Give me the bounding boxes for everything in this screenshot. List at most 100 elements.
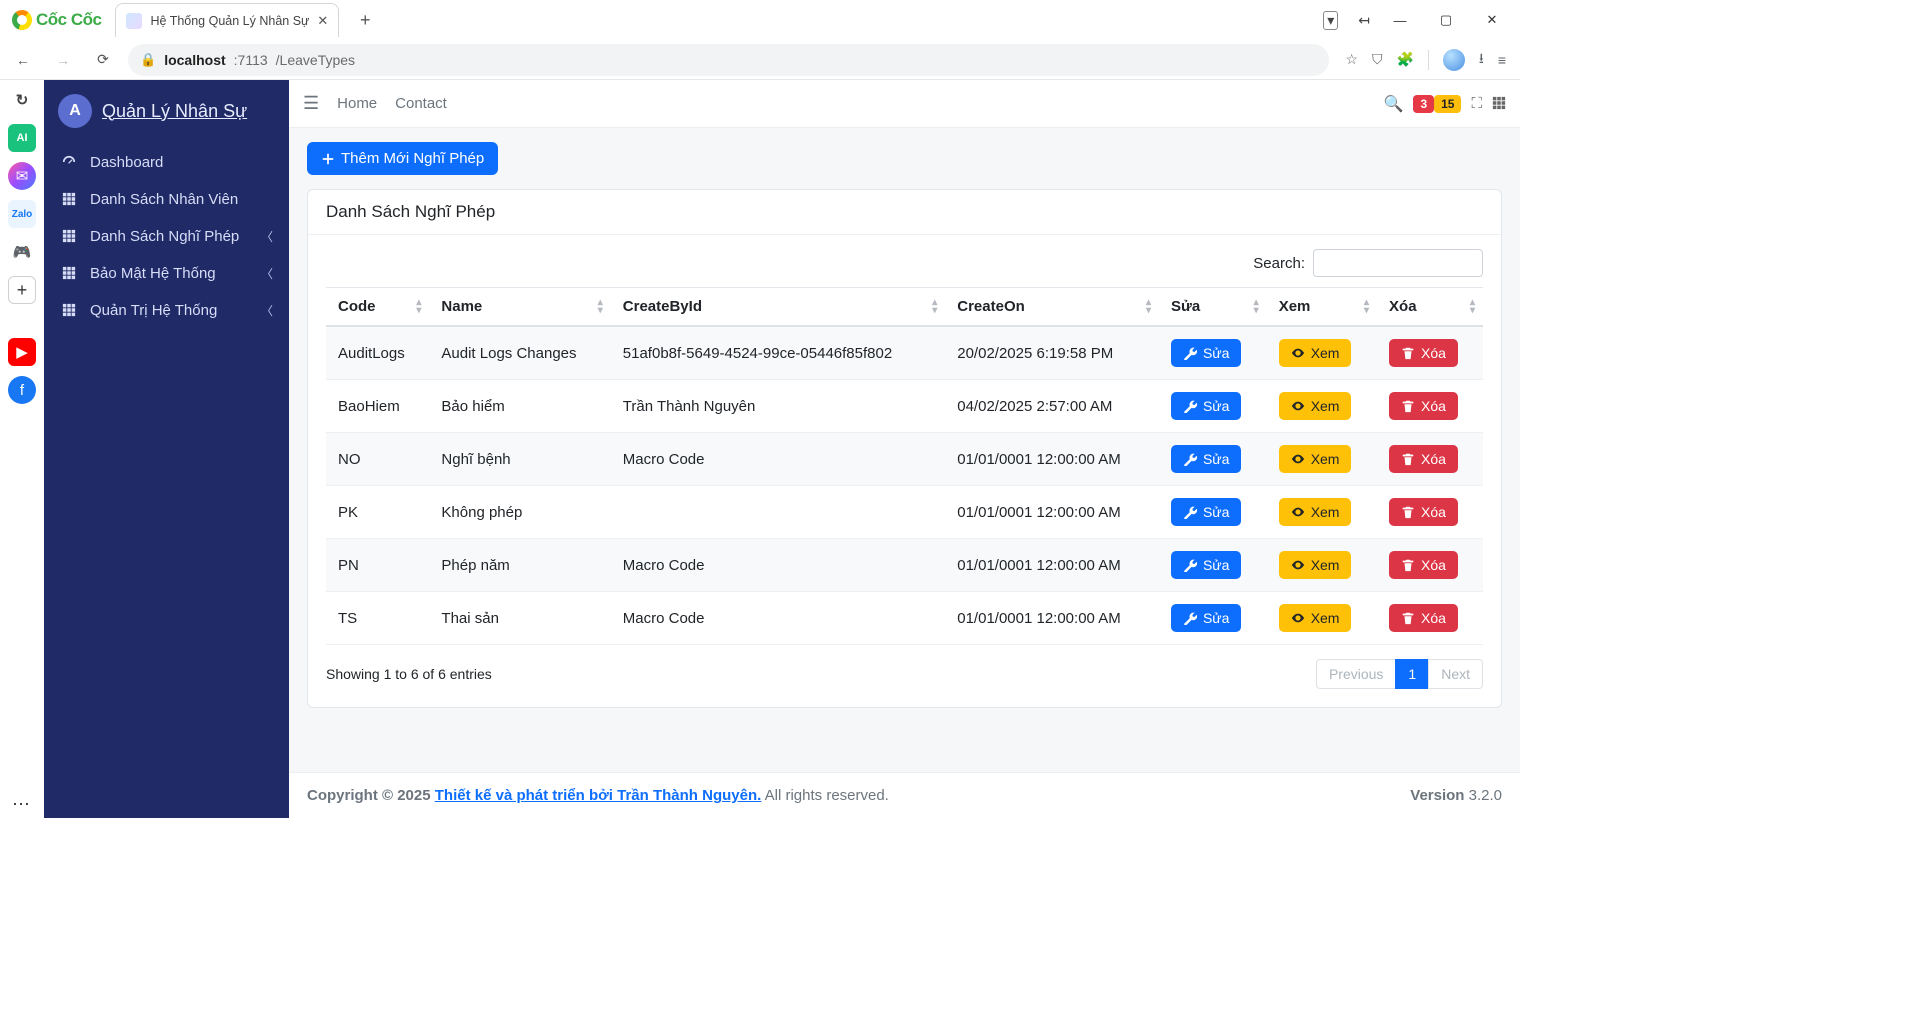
apps-grid-icon[interactable] [1492, 95, 1506, 112]
wrench-icon [1183, 611, 1197, 625]
column-header[interactable]: Code▴▾ [326, 288, 429, 327]
footer-copyright: Copyright © 2025 [307, 787, 435, 804]
notification-badge-yellow[interactable]: 15 [1434, 95, 1461, 113]
edit-button[interactable]: Sửa [1171, 604, 1242, 632]
tab-search-icon[interactable]: ▾ [1323, 11, 1338, 30]
chevron-left-icon: 〈 [261, 228, 273, 245]
page-prev-button[interactable]: Previous [1316, 659, 1396, 689]
edit-button[interactable]: Sửa [1171, 445, 1242, 473]
edit-button[interactable]: Sửa [1171, 392, 1242, 420]
gamepad-icon[interactable]: 🎮 [8, 238, 36, 266]
facebook-icon[interactable]: f [8, 376, 36, 404]
zalo-icon[interactable]: Zalo [8, 200, 36, 228]
delete-button[interactable]: Xóa [1389, 339, 1458, 367]
eye-icon [1291, 505, 1305, 519]
topbar-link-contact[interactable]: Contact [395, 95, 447, 112]
column-header[interactable]: Xóa▴▾ [1377, 288, 1483, 327]
sidebar-item-label: Danh Sách Nghĩ Phép [90, 228, 239, 245]
column-header[interactable]: CreateOn▴▾ [945, 288, 1159, 327]
history-icon[interactable]: ↻ [8, 86, 36, 114]
url-port: :7113 [234, 52, 268, 68]
content: Thêm Mới Nghĩ Phép Danh Sách Nghĩ Phép S… [289, 128, 1520, 726]
delete-button[interactable]: Xóa [1389, 604, 1458, 632]
browser-titlebar: Cốc Cốc Hệ Thống Quản Lý Nhân Sự ✕ + ▾ ↤… [0, 0, 1520, 40]
cell-createbyid: Macro Code [611, 433, 945, 486]
nav-forward-button[interactable]: → [48, 45, 78, 75]
window-maximize[interactable]: ▢ [1424, 5, 1468, 35]
eye-icon [1291, 346, 1305, 360]
bookmark-star-icon[interactable]: ☆ [1345, 51, 1358, 68]
footer-version-label: Version [1410, 787, 1464, 804]
column-header[interactable]: Sửa▴▾ [1159, 288, 1267, 327]
pagination: Previous 1 Next [1317, 659, 1483, 689]
delete-button[interactable]: Xóa [1389, 498, 1458, 526]
tab-close-icon[interactable]: ✕ [317, 13, 328, 29]
sidebar-toggle-icon[interactable]: ☰ [303, 93, 319, 114]
sidebar-item[interactable]: Quản Trị Hệ Thống〈 [44, 292, 289, 329]
nav-reload-button[interactable]: ⟳ [88, 45, 118, 75]
column-header-label: Code [338, 298, 376, 315]
sidebar-more-icon[interactable]: ⋯ [8, 790, 36, 818]
column-header[interactable]: Xem▴▾ [1267, 288, 1377, 327]
tab-title: Hệ Thống Quản Lý Nhân Sự [150, 14, 309, 28]
view-button[interactable]: Xem [1279, 551, 1352, 579]
sidebar-item[interactable]: Dashboard [44, 144, 289, 181]
sidebar-item[interactable]: Danh Sách Nghĩ Phép 〈 [44, 218, 289, 255]
fullscreen-icon[interactable]: ⛶ [1471, 95, 1482, 112]
footer-link[interactable]: Thiết kế và phát triển bởi Trần Thành Ng… [435, 787, 762, 804]
chevron-left-icon: 〈 [261, 302, 273, 319]
delete-button[interactable]: Xóa [1389, 551, 1458, 579]
add-leave-type-label: Thêm Mới Nghĩ Phép [341, 150, 484, 167]
menu-icon[interactable]: ≡ [1498, 52, 1506, 68]
view-button[interactable]: Xem [1279, 392, 1352, 420]
notification-badge-red[interactable]: 3 [1413, 95, 1434, 113]
column-header[interactable]: Name▴▾ [429, 288, 610, 327]
cell-createbyid: Trần Thành Nguyên [611, 380, 945, 433]
view-button[interactable]: Xem [1279, 498, 1352, 526]
cell-name: Phép năm [429, 539, 610, 592]
profile-avatar[interactable] [1443, 49, 1465, 71]
address-bar[interactable]: 🔒 localhost:7113/LeaveTypes [128, 44, 1329, 76]
trash-icon [1401, 399, 1415, 413]
window-close[interactable]: ✕ [1470, 5, 1514, 35]
sidebar-item[interactable]: Danh Sách Nhân Viên [44, 181, 289, 218]
youtube-icon[interactable]: ▶ [8, 338, 36, 366]
window-minimize[interactable]: ― [1378, 5, 1422, 35]
delete-button[interactable]: Xóa [1389, 392, 1458, 420]
downloads-icon[interactable]: ⭳ [1479, 48, 1484, 72]
column-header[interactable]: CreateById▴▾ [611, 288, 945, 327]
coccoc-logo: Cốc Cốc [12, 10, 101, 30]
cell-code: TS [326, 592, 429, 645]
ai-icon[interactable]: AI [8, 124, 36, 152]
search-icon[interactable]: 🔍 [1384, 94, 1404, 114]
edit-button[interactable]: Sửa [1171, 498, 1242, 526]
table-row: BaoHiemBảo hiểmTrần Thành Nguyên04/02/20… [326, 380, 1483, 433]
page-next-button[interactable]: Next [1428, 659, 1483, 689]
trash-icon [1401, 611, 1415, 625]
view-button[interactable]: Xem [1279, 339, 1352, 367]
delete-button[interactable]: Xóa [1389, 445, 1458, 473]
view-button[interactable]: Xem [1279, 445, 1352, 473]
brand[interactable]: A Quản Lý Nhân Sự [44, 88, 289, 144]
nav-back-button[interactable]: ← [8, 45, 38, 75]
incognito-arrow-icon[interactable]: ↤ [1358, 12, 1370, 29]
column-header-label: Name [441, 298, 482, 315]
edit-button[interactable]: Sửa [1171, 551, 1242, 579]
brand-link[interactable]: Quản Lý Nhân Sự [102, 101, 247, 122]
extensions-icon[interactable]: 🧩 [1396, 51, 1413, 68]
topbar-link-home[interactable]: Home [337, 95, 377, 112]
page-number-button[interactable]: 1 [1395, 659, 1429, 689]
search-input[interactable] [1313, 249, 1483, 277]
edit-button[interactable]: Sửa [1171, 339, 1242, 367]
trash-icon [1401, 346, 1415, 360]
footer-version: 3.2.0 [1464, 787, 1502, 804]
messenger-icon[interactable]: ✉ [8, 162, 36, 190]
shield-icon[interactable]: ⛉ [1372, 51, 1383, 68]
add-sidebar-icon[interactable]: + [8, 276, 36, 304]
browser-tab[interactable]: Hệ Thống Quản Lý Nhân Sự ✕ [115, 3, 339, 37]
view-button[interactable]: Xem [1279, 604, 1352, 632]
sidebar-item[interactable]: Bảo Mật Hệ Thống〈 [44, 255, 289, 292]
footer: Copyright © 2025 Thiết kế và phát triển … [289, 772, 1520, 818]
new-tab-button[interactable]: + [351, 6, 379, 34]
add-leave-type-button[interactable]: Thêm Mới Nghĩ Phép [307, 142, 498, 175]
